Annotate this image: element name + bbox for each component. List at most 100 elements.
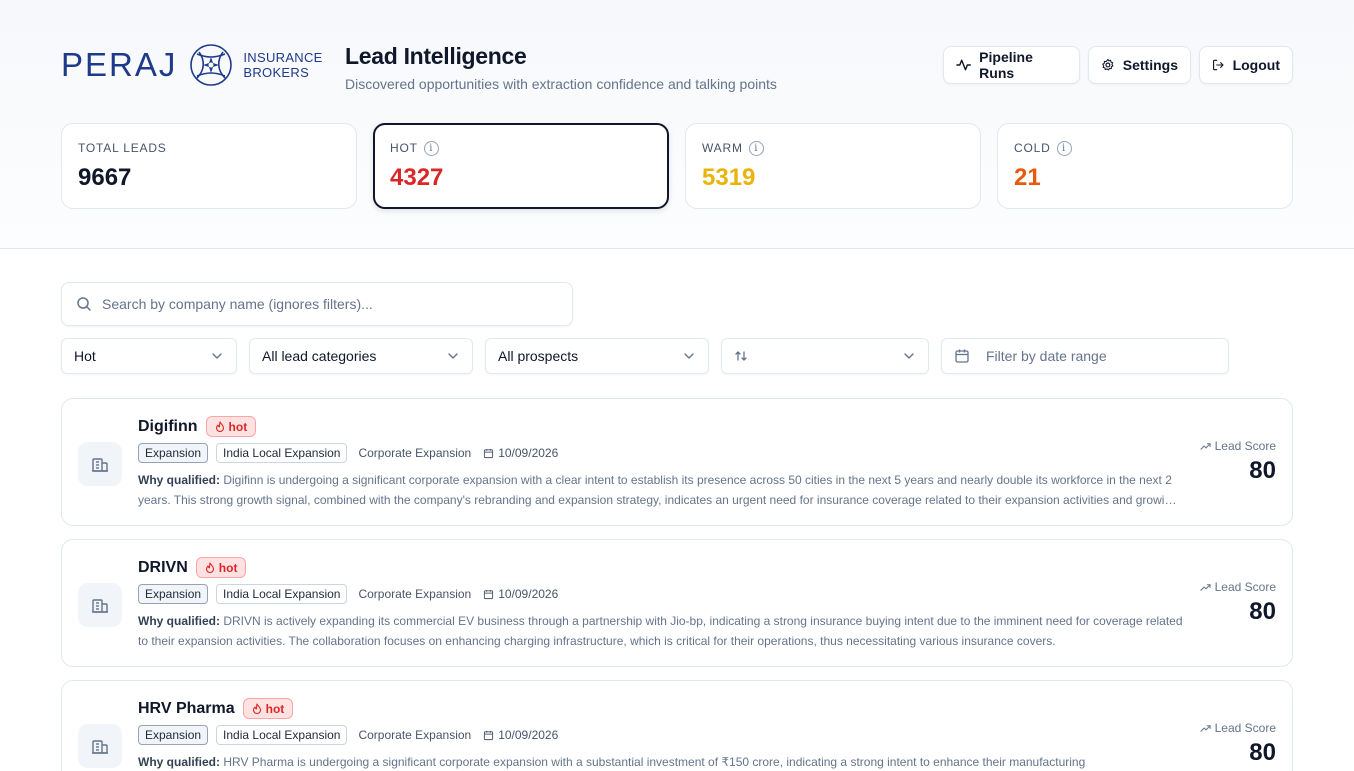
calendar-icon [484,589,494,599]
prospect-filter-value: All prospects [498,348,579,364]
status-filter-value: Hot [74,348,96,364]
page-subtitle: Discovered opportunities with extraction… [345,76,777,92]
why-qualified: Why qualified: HRV Pharma is undergoing … [138,752,1183,771]
lead-score: Lead Score 80 [1200,439,1276,485]
lead-score: Lead Score 80 [1200,721,1276,767]
why-qualified-label: Why qualified: [138,473,220,487]
tag-subcategory: India Local Expansion [216,725,348,745]
company-name[interactable]: HRV Pharma [138,700,235,718]
status-badge: hot [195,557,247,578]
category-filter-select[interactable]: All lead categories [249,338,473,374]
trending-up-icon [1200,442,1211,450]
stat-warm-label: WARM [702,141,743,155]
lead-card[interactable]: Digifinn hot Expansion India Local Expan… [61,398,1293,526]
brand-emblem-icon [190,44,233,86]
lead-score-value: 80 [1249,598,1276,625]
lead-tags: Expansion India Local Expansion Corporat… [138,443,558,463]
logout-label: Logout [1232,57,1280,73]
lead-date-value: 10/09/2026 [498,446,559,460]
stat-card-total[interactable]: TOTAL LEADS 9667 [61,123,357,209]
why-qualified-label: Why qualified: [138,614,220,628]
category-filter-value: All lead categories [262,348,377,364]
stat-card-cold[interactable]: COLD i 21 [997,123,1293,209]
stat-card-warm[interactable]: WARM i 5319 [685,123,981,209]
trending-up-icon [1200,583,1211,591]
info-icon[interactable]: i [423,140,439,156]
logout-button[interactable]: Logout [1199,46,1293,84]
lead-category: Corporate Expansion [358,587,472,601]
lead-score-label: Lead Score [1214,721,1276,735]
why-qualified-text: Digifinn is undergoing a significant cor… [138,473,1178,507]
stat-hot-label-row: HOT i [390,140,652,156]
lead-score-value: 80 [1249,739,1276,766]
lead-score-value: 80 [1249,457,1276,484]
status-badge: hot [242,698,294,719]
info-icon[interactable]: i [1056,140,1072,156]
brand-sub-line2: BROKERS [243,65,310,80]
lead-score: Lead Score 80 [1200,580,1276,626]
page-title-block: Lead Intelligence Discovered opportuniti… [345,43,777,92]
settings-button[interactable]: Settings [1088,46,1191,84]
why-qualified: Why qualified: DRIVN is actively expandi… [138,611,1183,651]
why-qualified: Why qualified: Digifinn is undergoing a … [138,470,1183,510]
tag-subcategory: India Local Expansion [216,443,348,463]
lead-score-label: Lead Score [1214,439,1276,453]
status-badge-label: hot [265,701,285,716]
prospect-filter-select[interactable]: All prospects [485,338,709,374]
chevron-down-icon [448,353,458,359]
gear-icon [1102,58,1114,71]
chevron-down-icon [212,353,222,359]
status-badge-label: hot [218,560,238,575]
activity-icon [956,59,971,71]
sort-arrows-icon [735,351,747,361]
lead-date: 10/09/2026 [483,728,558,742]
trending-up-icon [1200,724,1211,732]
stat-hot-label: HOT [390,141,418,155]
date-range-filter[interactable]: Filter by date range [941,338,1229,374]
company-name[interactable]: DRIVN [138,559,188,577]
lead-card[interactable]: DRIVN hot Expansion India Local Expansio… [61,539,1293,667]
stat-total-label: TOTAL LEADS [78,141,167,155]
stat-warm-value: 5319 [702,164,756,191]
calendar-icon [484,730,494,740]
flame-icon [205,562,214,573]
lead-date-value: 10/09/2026 [498,587,559,601]
search-box[interactable] [61,282,573,326]
lead-card[interactable]: HRV Pharma hot Expansion India Local Exp… [61,680,1293,771]
building-icon [78,442,122,486]
lead-score-label-row: Lead Score [1200,439,1276,453]
company-name[interactable]: Digifinn [138,418,198,436]
search-input[interactable] [102,296,542,312]
status-filter-select[interactable]: Hot [61,338,237,374]
stat-warm-label-row: WARM i [702,140,964,156]
lead-category: Corporate Expansion [358,446,472,460]
flame-icon [215,421,224,432]
settings-label: Settings [1122,57,1178,73]
brand-subtitle: INSURANCE BROKERS [243,50,322,80]
brand-wordmark: PERAJ [61,46,178,83]
calendar-icon [484,448,494,458]
brand-logo[interactable]: PERAJ INSURANCE BROKERS [61,40,333,90]
lead-category: Corporate Expansion [358,728,472,742]
lead-score-label-row: Lead Score [1200,721,1276,735]
stat-card-hot[interactable]: HOT i 4327 [373,123,669,209]
lead-date: 10/09/2026 [483,587,558,601]
info-icon[interactable]: i [748,140,764,156]
tag-expansion: Expansion [138,725,209,745]
page-title: Lead Intelligence [345,43,527,69]
lead-name-row: HRV Pharma hot [138,698,294,719]
lead-score-label-row: Lead Score [1200,580,1276,594]
date-range-placeholder: Filter by date range [986,348,1107,364]
tag-expansion: Expansion [138,584,209,604]
pipeline-runs-button[interactable]: Pipeline Runs [943,46,1080,84]
stat-cold-label-row: COLD i [1014,140,1276,156]
stat-cold-label: COLD [1014,141,1051,155]
calendar-icon [955,349,969,363]
lead-score-label: Lead Score [1214,580,1276,594]
sort-select[interactable] [721,338,929,374]
why-qualified-text: HRV Pharma is undergoing a significant c… [223,755,1086,769]
brand-sub-line1: INSURANCE [243,50,323,65]
chevron-down-icon [904,353,914,359]
why-qualified-text: DRIVN is actively expanding its commerci… [138,614,1183,648]
chevron-down-icon [684,353,694,359]
